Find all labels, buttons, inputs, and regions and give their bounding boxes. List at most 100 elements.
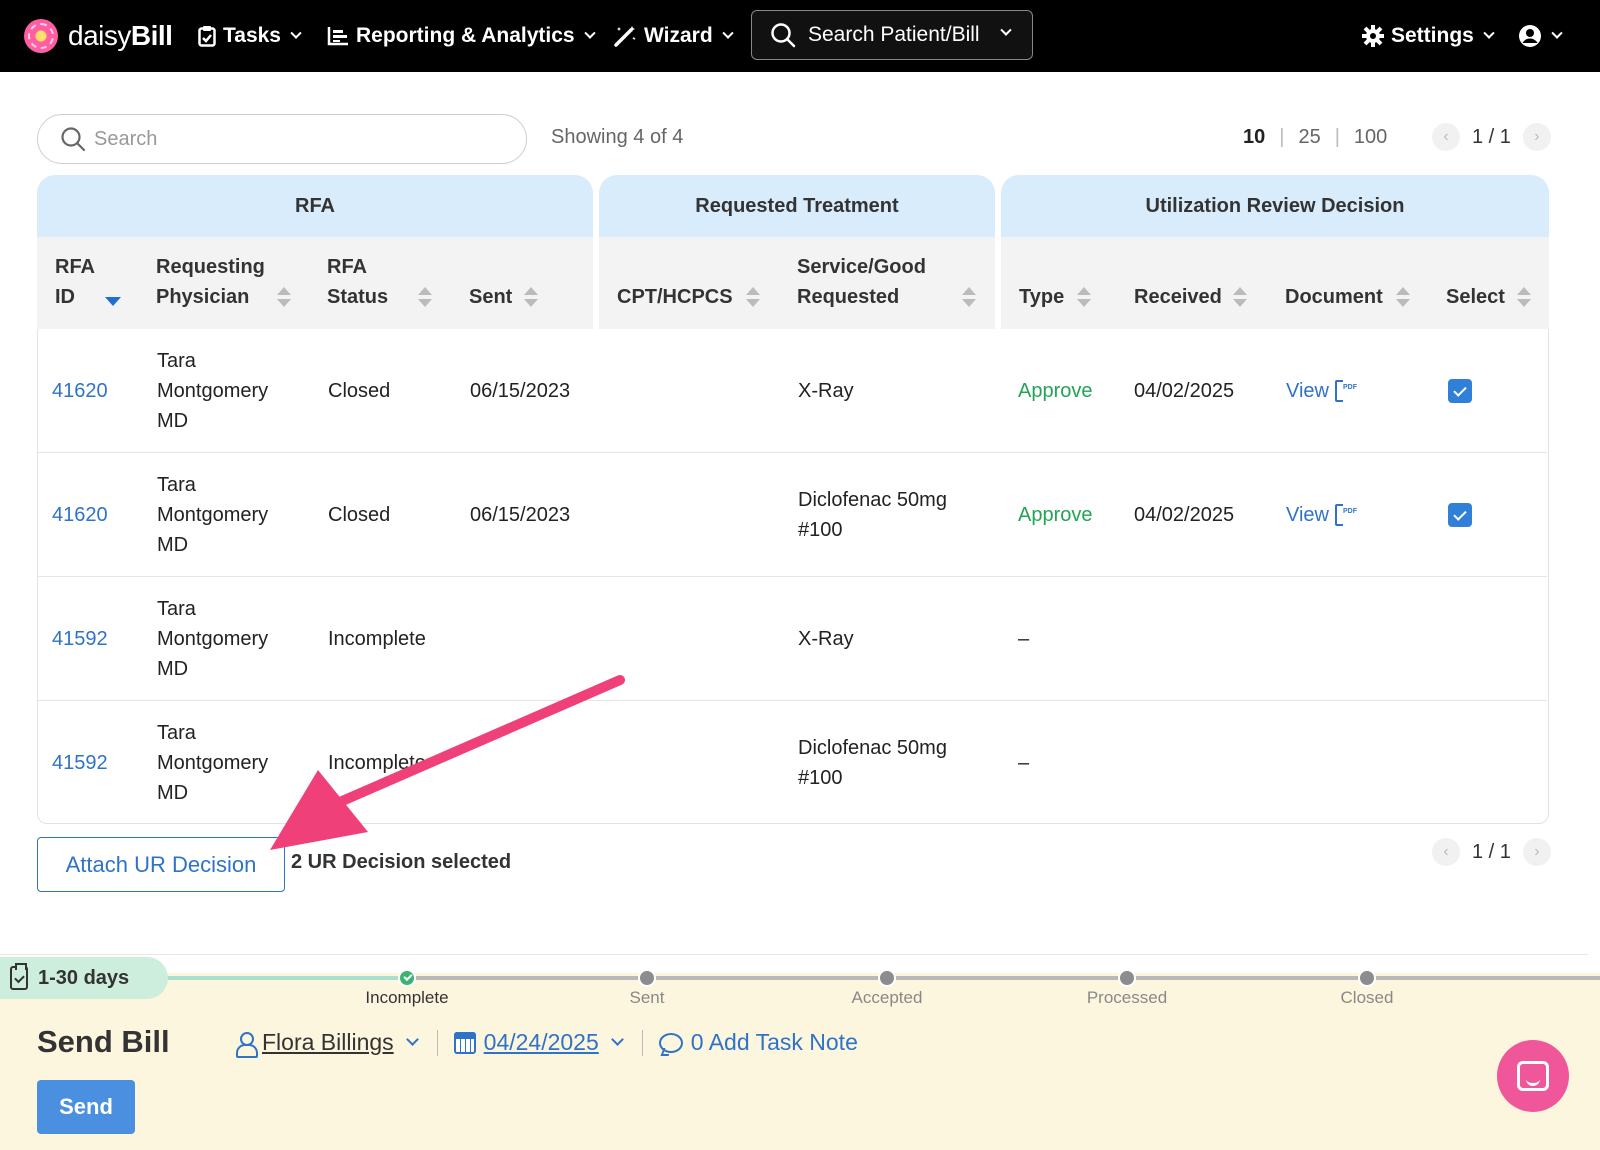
column-header-document[interactable]: Document <box>1285 282 1383 312</box>
table-search-input[interactable]: Search <box>37 114 527 164</box>
comment-icon <box>658 1032 683 1053</box>
page-indicator: 1 / 1 <box>1472 840 1511 863</box>
chevron-down-icon <box>1483 27 1495 39</box>
days-badge: 1-30 days <box>0 957 168 999</box>
sort-icon[interactable] <box>1517 287 1531 307</box>
table-row: 41592 Tara Montgomery MD Incomplete Diclof… <box>38 701 1547 825</box>
sort-icon[interactable] <box>962 287 976 307</box>
nav-tasks-menu[interactable]: Tasks <box>198 20 302 52</box>
column-header-sent[interactable]: Sent <box>469 282 512 312</box>
column-header-physician[interactable]: Requesting Physician <box>156 252 265 312</box>
step-label: Accepted <box>851 988 923 1007</box>
step-label: Sent <box>629 988 665 1007</box>
task-progress-fill <box>160 976 407 980</box>
step-label: Incomplete <box>365 988 449 1007</box>
rfa-id-link[interactable]: 41620 <box>52 500 108 530</box>
received-date: 04/02/2025 <box>1134 504 1235 526</box>
column-header-rfa-id[interactable]: RFA ID <box>55 252 95 312</box>
step-label: Closed <box>1340 988 1394 1007</box>
view-document-link[interactable]: View <box>1286 373 1357 406</box>
search-placeholder: Search <box>94 127 158 150</box>
page-size-selector: 10 | 25 | 100 <box>1243 126 1387 149</box>
brand-logo-link[interactable]: daisyBill <box>24 17 173 55</box>
sort-icon[interactable] <box>277 287 291 307</box>
ur-type: – <box>1018 628 1030 650</box>
rfa-status: Incomplete <box>328 752 426 774</box>
chat-icon <box>1517 1061 1549 1091</box>
rfa-status: Incomplete <box>328 628 426 650</box>
divider: | <box>1279 126 1285 148</box>
sort-icon[interactable] <box>524 287 538 307</box>
user-circle-icon <box>1519 25 1541 47</box>
sort-icon[interactable] <box>1233 287 1247 307</box>
physician-name: Tara Montgomery MD <box>157 350 269 432</box>
divider <box>641 1029 643 1056</box>
nav-reporting-label: Reporting & Analytics <box>356 24 575 47</box>
rfa-status: Closed <box>328 380 391 402</box>
step-incomplete-dot <box>398 969 416 987</box>
due-date-picker[interactable]: 04/24/2025 <box>484 1029 599 1056</box>
days-label: 1-30 days <box>38 966 130 989</box>
page-size-option[interactable]: 25 <box>1298 126 1320 149</box>
chevron-down-icon <box>610 1033 624 1046</box>
step-accepted-dot <box>878 969 896 987</box>
account-menu[interactable] <box>1518 20 1563 52</box>
sort-icon[interactable] <box>418 287 432 307</box>
chat-launcher-button[interactable] <box>1497 1040 1569 1112</box>
service-requested: Diclofenac 50mg #100 <box>798 737 947 789</box>
column-header-cpt[interactable]: CPT/HCPCS <box>617 282 733 312</box>
page-size-option[interactable]: 10 <box>1243 126 1265 149</box>
received-date: 04/02/2025 <box>1134 380 1235 402</box>
nav-settings-label: Settings <box>1391 24 1474 47</box>
select-checkbox[interactable] <box>1448 379 1472 403</box>
rfa-id-link[interactable]: 41592 <box>52 748 108 778</box>
page-size-option[interactable]: 100 <box>1354 126 1387 149</box>
rfa-id-link[interactable]: 41620 <box>52 376 108 406</box>
sort-icon[interactable] <box>1077 287 1091 307</box>
attach-ur-decision-button[interactable]: Attach UR Decision <box>37 837 285 892</box>
table-row: 41620 Tara Montgomery MD Closed 06/15/2023… <box>38 453 1547 577</box>
chevron-down-icon <box>290 27 302 39</box>
daisy-logo-icon <box>24 19 58 53</box>
column-header-received[interactable]: Received <box>1134 282 1222 312</box>
table-row: 41592 Tara Montgomery MD Incomplete X-Ray … <box>38 577 1547 701</box>
rfa-id-link[interactable]: 41592 <box>52 624 108 654</box>
send-button[interactable]: Send <box>37 1080 135 1134</box>
view-document-link[interactable]: View <box>1286 497 1357 530</box>
sent-date: 06/15/2023 <box>470 380 571 402</box>
task-meta: Flora Billings 04/24/2025 0 Add Task Not… <box>236 1029 858 1058</box>
step-processed-dot <box>1118 969 1136 987</box>
divider <box>0 954 1588 955</box>
column-header-select[interactable]: Select <box>1446 282 1505 312</box>
assignee-dropdown[interactable]: Flora Billings <box>262 1029 394 1056</box>
nav-reporting-menu[interactable]: Reporting & Analytics <box>327 20 596 52</box>
chevron-down-icon <box>405 1033 419 1046</box>
column-header-service[interactable]: Service/Good Requested <box>797 252 926 312</box>
column-header-rfa-status[interactable]: RFA Status <box>327 252 388 312</box>
showing-count: Showing 4 of 4 <box>551 126 684 148</box>
bar-chart-icon <box>327 27 348 46</box>
group-header-requested-treatment: Requested Treatment <box>599 175 995 237</box>
ur-type: – <box>1018 752 1030 774</box>
add-task-note-link[interactable]: 0 Add Task Note <box>691 1029 858 1056</box>
nav-settings-menu[interactable]: Settings <box>1362 20 1495 52</box>
brand-name: daisyBill <box>68 20 173 51</box>
service-requested: X-Ray <box>798 380 854 402</box>
patient-bill-search[interactable]: Search Patient/Bill <box>751 10 1033 60</box>
rfa-table: 41620 Tara Montgomery MD Closed 06/15/2023… <box>37 329 1549 824</box>
column-header-type[interactable]: Type <box>1019 282 1064 312</box>
sort-icon[interactable] <box>1396 287 1410 307</box>
chevron-down-icon <box>1551 27 1563 39</box>
top-nav: daisyBill Tasks Reporting & Analytics Wi… <box>0 0 1600 72</box>
next-page-button[interactable]: › <box>1522 838 1551 866</box>
next-page-button[interactable]: › <box>1522 123 1551 151</box>
search-icon <box>61 127 86 152</box>
prev-page-button[interactable]: ‹ <box>1432 838 1460 866</box>
prev-page-button[interactable]: ‹ <box>1432 123 1460 151</box>
physician-name: Tara Montgomery MD <box>157 722 269 804</box>
bottom-pager: ‹ 1 / 1 › <box>1432 838 1551 866</box>
sort-icon[interactable] <box>746 287 760 307</box>
select-checkbox[interactable] <box>1448 503 1472 527</box>
nav-wizard-menu[interactable]: Wizard <box>613 20 734 52</box>
sort-descending-icon[interactable] <box>105 297 121 306</box>
